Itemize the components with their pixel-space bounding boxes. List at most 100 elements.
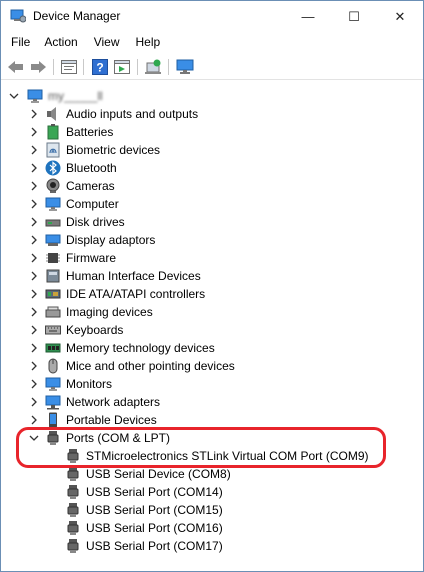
portable-device-icon — [45, 412, 61, 428]
back-icon[interactable] — [6, 57, 26, 77]
tree-item-label: Computer — [66, 197, 119, 211]
tree-item-category[interactable]: Human Interface Devices — [1, 267, 423, 285]
tree-item-category[interactable]: Bluetooth — [1, 159, 423, 177]
port-icon — [65, 538, 81, 554]
tree-item-category[interactable]: Biometric devices — [1, 141, 423, 159]
monitor-icon[interactable] — [175, 57, 195, 77]
tree-item-category[interactable]: Keyboards — [1, 321, 423, 339]
expand-chevron-icon[interactable] — [29, 163, 39, 173]
tree-item-category[interactable]: Disk drives — [1, 213, 423, 231]
keyboard-icon — [45, 322, 61, 338]
menu-action[interactable]: Action — [36, 32, 83, 54]
tree-item-port[interactable]: USB Serial Port (COM14) — [1, 483, 423, 501]
tree-item-category[interactable]: Audio inputs and outputs — [1, 105, 423, 123]
close-button[interactable]: ✕ — [377, 1, 423, 32]
battery-icon — [45, 124, 61, 140]
memory-icon — [45, 340, 61, 356]
forward-icon[interactable] — [28, 57, 48, 77]
tree-item-label: Bluetooth — [66, 161, 117, 175]
tree-item-label: Mice and other pointing devices — [66, 359, 235, 373]
highlight-annotation — [16, 427, 386, 468]
scanner-icon — [45, 304, 61, 320]
computer-icon — [45, 196, 61, 212]
expand-chevron-icon[interactable] — [29, 181, 39, 191]
port-icon — [65, 466, 81, 482]
expand-chevron-icon[interactable] — [29, 343, 39, 353]
device-manager-app-icon — [10, 9, 27, 23]
expand-chevron-icon[interactable] — [29, 253, 39, 263]
tree-item-category[interactable]: IDE ATA/ATAPI controllers — [1, 285, 423, 303]
tree-item-category[interactable]: Mice and other pointing devices — [1, 357, 423, 375]
tree-item-category[interactable]: Network adapters — [1, 393, 423, 411]
tree-item-label: Disk drives — [66, 215, 125, 229]
scan-hardware-icon[interactable] — [143, 57, 163, 77]
display-adapter-icon — [45, 232, 61, 248]
tree-item-label: Memory technology devices — [66, 341, 215, 355]
tree-item-label: USB Serial Port (COM16) — [86, 521, 223, 535]
computer-icon — [27, 88, 43, 104]
help-icon[interactable]: ? — [90, 57, 110, 77]
network-icon — [45, 394, 61, 410]
tree-item-port[interactable]: USB Serial Port (COM17) — [1, 537, 423, 555]
svg-text:?: ? — [96, 61, 103, 75]
computer-name: my_____ll — [48, 89, 103, 103]
camera-icon — [45, 178, 61, 194]
tree-item-label: USB Serial Port (COM17) — [86, 539, 223, 553]
expand-chevron-icon[interactable] — [29, 235, 39, 245]
expand-chevron-icon[interactable] — [29, 109, 39, 119]
menu-view[interactable]: View — [84, 32, 126, 54]
expand-chevron-icon[interactable] — [29, 271, 39, 281]
expand-chevron-icon[interactable] — [29, 307, 39, 317]
expand-chevron-icon[interactable] — [29, 361, 39, 371]
port-icon — [65, 520, 81, 536]
expand-chevron-icon[interactable] — [29, 199, 39, 209]
port-icon — [65, 484, 81, 500]
device-tree: my_____ll Audio inputs and outputs Batter… — [1, 83, 423, 571]
minimize-button[interactable]: — — [285, 1, 331, 32]
tree-item-label: USB Serial Port (COM15) — [86, 503, 223, 517]
tree-item-label: Human Interface Devices — [66, 269, 201, 283]
menu-bar: File Action View Help — [1, 32, 423, 54]
collapse-chevron-icon[interactable] — [9, 91, 19, 101]
tree-item-category[interactable]: Firmware — [1, 249, 423, 267]
tree-item-label: Keyboards — [66, 323, 124, 337]
expand-chevron-icon[interactable] — [29, 289, 39, 299]
tree-item-category[interactable]: Monitors — [1, 375, 423, 393]
tree-item-label: Display adaptors — [66, 233, 156, 247]
tree-item-label: Portable Devices — [66, 413, 157, 427]
expand-chevron-icon[interactable] — [29, 217, 39, 227]
menu-file[interactable]: File — [1, 32, 36, 54]
device-manager-window: Device Manager — ☐ ✕ File Action View He… — [0, 0, 424, 572]
tree-item-label: USB Serial Device (COM8) — [86, 467, 231, 481]
tree-item-category[interactable]: Imaging devices — [1, 303, 423, 321]
tree-item-category[interactable]: Memory technology devices — [1, 339, 423, 357]
toolbar-separator — [168, 59, 169, 75]
tree-item-category[interactable]: Batteries — [1, 123, 423, 141]
update-driver-icon[interactable] — [112, 57, 132, 77]
chip-icon — [45, 250, 61, 266]
tree-item-label: Audio inputs and outputs — [66, 107, 199, 121]
tree-root[interactable]: my_____ll — [1, 87, 423, 105]
fingerprint-icon — [45, 142, 61, 158]
tree-item-label: Batteries — [66, 125, 114, 139]
mouse-icon — [45, 358, 61, 374]
expand-chevron-icon[interactable] — [29, 127, 39, 137]
tree-item-category[interactable]: Display adaptors — [1, 231, 423, 249]
hid-icon — [45, 268, 61, 284]
window-title: Device Manager — [33, 9, 121, 23]
expand-chevron-icon[interactable] — [29, 397, 39, 407]
expand-chevron-icon[interactable] — [29, 145, 39, 155]
monitor-icon — [45, 376, 61, 392]
expand-chevron-icon[interactable] — [29, 379, 39, 389]
expand-chevron-icon[interactable] — [29, 415, 39, 425]
toolbar-separator — [83, 59, 84, 75]
tree-item-category[interactable]: Computer — [1, 195, 423, 213]
maximize-button[interactable]: ☐ — [331, 1, 377, 32]
expand-chevron-icon[interactable] — [29, 325, 39, 335]
tree-item-category[interactable]: Cameras — [1, 177, 423, 195]
menu-help[interactable]: Help — [126, 32, 167, 54]
toolbar: ? — [1, 54, 423, 80]
tree-item-port[interactable]: USB Serial Port (COM15) — [1, 501, 423, 519]
tree-item-port[interactable]: USB Serial Port (COM16) — [1, 519, 423, 537]
properties-icon[interactable] — [59, 57, 79, 77]
